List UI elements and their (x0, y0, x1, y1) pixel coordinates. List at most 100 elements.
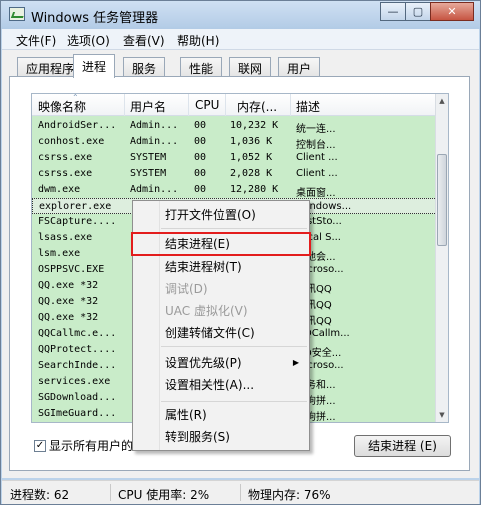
menu-bar: 文件(F) 选项(O) 查看(V) 帮助(H) (2, 29, 479, 50)
menu-options[interactable]: 选项(O) (67, 32, 110, 49)
cell-name: services.exe (38, 376, 111, 387)
cell-name: QQProtect.... (38, 344, 117, 355)
menu-set-priority[interactable]: 设置优先级(P) ▶ (133, 352, 309, 374)
cell-user: SYSTEM (130, 152, 167, 163)
menu-set-priority-label: 设置优先级(P) (165, 356, 242, 370)
caption-buttons: — ▢ ✕ (380, 2, 474, 21)
col-divider[interactable] (124, 94, 125, 116)
cell-user: Admin... (130, 120, 179, 131)
title-bar[interactable]: Windows 任务管理器 — ▢ ✕ (1, 1, 480, 29)
cell-name: FSCapture.... (38, 216, 117, 227)
cell-name: QQCallmc.e... (38, 328, 117, 339)
cell-desc: Client ... (296, 152, 338, 163)
menu-uac-virtualization: UAC 虚拟化(V) (165, 304, 248, 318)
menu-open-file-location[interactable]: 打开文件位置(O) (133, 204, 309, 226)
menu-separator (161, 346, 307, 347)
cell-cpu: 00 (194, 120, 207, 131)
cell-name: SGDownload... (38, 392, 117, 403)
col-divider[interactable] (225, 94, 226, 116)
menu-separator (161, 228, 307, 229)
window-title: Windows 任务管理器 (31, 11, 159, 26)
menu-set-affinity[interactable]: 设置相关性(A)... (133, 374, 309, 396)
vertical-scrollbar[interactable]: ▲ ▼ (435, 94, 448, 422)
menu-create-dump-file[interactable]: 创建转储文件(C) (133, 322, 309, 344)
task-manager-window: Windows 任务管理器 — ▢ ✕ 文件(F) 选项(O) 查看(V) 帮助… (0, 0, 481, 505)
cell-mem: 10,232 K (230, 120, 279, 131)
cell-name: lsm.exe (38, 248, 81, 259)
cell-name: QQ.exe *32 (38, 296, 99, 307)
cell-cpu: 00 (194, 152, 207, 163)
scroll-thumb[interactable] (437, 154, 447, 246)
cell-mem: 12,280 K (230, 184, 279, 195)
status-process-count: 进程数: 62 (10, 488, 70, 502)
col-cpu[interactable]: CPU (195, 98, 219, 112)
tab-processes[interactable]: 进程 (73, 54, 116, 78)
cell-name: lsass.exe (38, 232, 93, 243)
menu-help[interactable]: 帮助(H) (177, 32, 219, 49)
cell-name: conhost.exe (38, 136, 105, 147)
cell-desc: 控制台... (296, 140, 336, 151)
submenu-arrow-icon: ▶ (292, 358, 299, 367)
menu-end-process[interactable]: 结束进程(E) (131, 232, 311, 256)
table-row[interactable]: conhost.exe Admin... 00 1,036 K 控制台... (32, 134, 437, 151)
menu-file[interactable]: 文件(F) (16, 32, 56, 49)
table-row[interactable]: csrss.exe SYSTEM 00 1,052 K Client ... (32, 150, 437, 166)
tab-performance[interactable]: 性能 (180, 57, 223, 77)
context-menu: 打开文件位置(O) 结束进程(E) 结束进程树(T) 调试(D) UAC 虚拟化… (131, 200, 311, 451)
cell-user: Admin... (130, 184, 179, 195)
cell-mem: 2,028 K (230, 168, 273, 179)
cell-desc: 桌面窗... (296, 188, 336, 199)
status-bar: 进程数: 62 CPU 使用率: 2% 物理内存: 76% (2, 480, 479, 504)
end-process-button[interactable]: 结束进程 (E) (354, 435, 451, 457)
cell-name: SearchInde... (38, 360, 117, 371)
cell-name: QQ.exe *32 (38, 280, 99, 291)
col-divider[interactable] (290, 94, 291, 116)
list-header: ⌃ 映像名称 用户名 CPU 内存(... 描述 (32, 94, 437, 116)
show-all-users-label: 显示所有用户的 (49, 439, 134, 453)
table-row[interactable]: AndroidSer... Admin... 00 10,232 K 统一连... (32, 118, 437, 135)
cell-desc: Client ... (296, 168, 338, 179)
menu-go-to-services[interactable]: 转到服务(S) (133, 426, 309, 448)
menu-view[interactable]: 查看(V) (123, 32, 165, 49)
status-divider (240, 484, 241, 501)
cell-mem: 1,052 K (230, 152, 273, 163)
cell-name: SGImeGuard... (38, 408, 117, 419)
menu-end-process-tree[interactable]: 结束进程树(T) (133, 256, 309, 278)
col-memory[interactable]: 内存(... (237, 98, 277, 115)
col-user-name[interactable]: 用户名 (130, 98, 166, 115)
cell-name: csrss.exe (38, 152, 93, 163)
minimize-button[interactable]: — (380, 2, 406, 21)
table-row[interactable]: csrss.exe SYSTEM 00 2,028 K Client ... (32, 166, 437, 182)
status-physical-memory: 物理内存: 76% (248, 488, 331, 502)
cell-desc: 统一连... (296, 124, 336, 135)
cell-user: Admin... (130, 136, 179, 147)
cell-cpu: 00 (194, 184, 207, 195)
menu-separator (161, 401, 307, 402)
scroll-up-icon[interactable]: ▲ (436, 94, 448, 108)
cell-name: dwm.exe (38, 184, 81, 195)
col-description[interactable]: 描述 (296, 98, 320, 115)
show-all-users-checkbox[interactable]: ✓ 显示所有用户的 (34, 437, 133, 454)
menu-debug: 调试(D) (165, 282, 208, 296)
col-image-name[interactable]: 映像名称 (38, 98, 86, 115)
status-divider (110, 484, 111, 501)
tab-services[interactable]: 服务 (123, 57, 166, 77)
col-divider[interactable] (188, 94, 189, 116)
checkmark-icon[interactable]: ✓ (34, 439, 46, 452)
table-row[interactable]: dwm.exe Admin... 00 12,280 K 桌面窗... (32, 182, 437, 199)
cell-user: SYSTEM (130, 168, 167, 179)
tab-networking[interactable]: 联网 (229, 57, 272, 77)
task-manager-icon (9, 7, 25, 21)
cell-cpu: 00 (194, 168, 207, 179)
scroll-down-icon[interactable]: ▼ (436, 408, 448, 422)
cell-mem: 1,036 K (230, 136, 273, 147)
tab-users[interactable]: 用户 (278, 57, 321, 77)
status-cpu-usage: CPU 使用率: 2% (118, 488, 210, 502)
cell-name: OSPPSVC.EXE (38, 264, 105, 275)
cell-name: csrss.exe (38, 168, 93, 179)
close-button[interactable]: ✕ (430, 2, 474, 21)
menu-properties[interactable]: 属性(R) (133, 404, 309, 426)
cell-name: QQ.exe *32 (38, 312, 99, 323)
cell-name: AndroidSer... (38, 120, 117, 131)
maximize-button[interactable]: ▢ (405, 2, 431, 21)
